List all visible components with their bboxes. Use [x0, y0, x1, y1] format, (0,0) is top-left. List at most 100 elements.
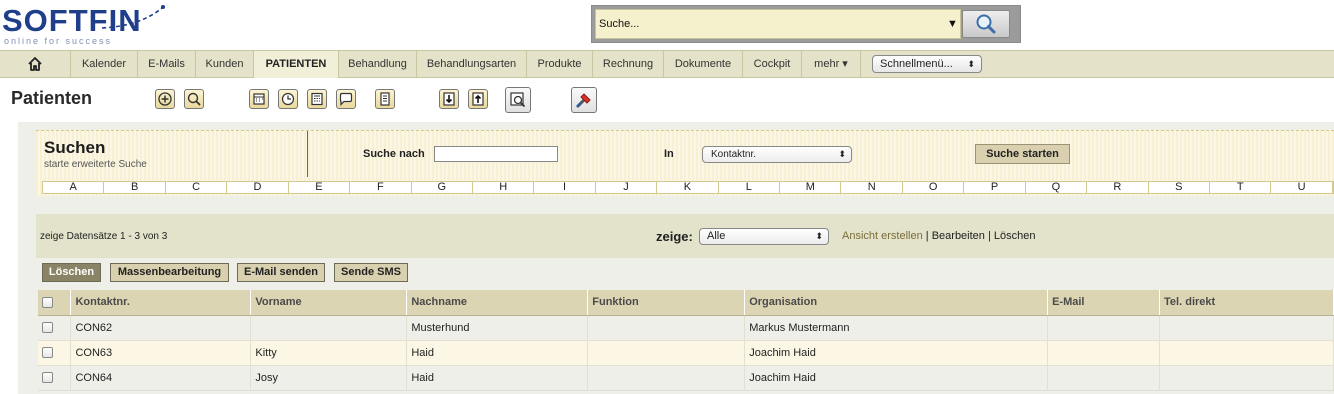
column-header[interactable]: Nachname [406, 290, 589, 316]
create-view-link[interactable]: Ansicht erstellen [842, 230, 923, 242]
tools-button[interactable] [571, 87, 597, 113]
letter-filter[interactable]: B [104, 182, 166, 193]
send-sms-button[interactable]: Sende SMS [334, 263, 408, 282]
table-row[interactable]: CON62 Musterhund Markus Mustermann [38, 315, 1334, 341]
bulk-edit-button[interactable]: Massenbearbeitung [110, 263, 229, 282]
letter-filter[interactable]: N [841, 182, 903, 193]
global-search-input[interactable]: Suche... [599, 18, 639, 30]
send-email-button[interactable]: E-Mail senden [237, 263, 325, 282]
cell-kontaktnr[interactable]: CON62 [70, 315, 252, 341]
letter-filter[interactable]: R [1087, 182, 1149, 193]
nav-kalender[interactable]: Kalender [71, 51, 138, 78]
search-for-input[interactable] [434, 146, 558, 162]
tools-icon [576, 93, 591, 108]
global-search-button[interactable] [962, 10, 1010, 38]
chevron-down-icon[interactable]: ▼ [947, 18, 958, 30]
calculator-button[interactable] [307, 89, 327, 109]
delete-button[interactable]: Löschen [42, 263, 101, 282]
edit-view-link[interactable]: Bearbeiten [932, 230, 985, 242]
record-count: zeige Datensätze 1 - 3 von 3 [40, 231, 168, 242]
nav-emails[interactable]: E-Mails [138, 51, 196, 78]
separator: | [987, 230, 991, 242]
add-button[interactable] [155, 89, 175, 109]
search-for-label: Suche nach [363, 148, 425, 160]
nav-cockpit[interactable]: Cockpit [743, 51, 802, 78]
cell-nachname[interactable]: Haid [406, 365, 589, 391]
clock-button[interactable] [278, 89, 298, 109]
letter-filter[interactable]: Q [1026, 182, 1088, 193]
select-all-checkbox[interactable] [42, 296, 53, 308]
nav-behandlung[interactable]: Behandlung [339, 51, 417, 78]
cell-organisation[interactable]: Joachim Haid [744, 365, 1049, 391]
search-in-select[interactable]: Kontaktnr. ⬍ [702, 146, 852, 163]
letter-filter[interactable]: M [780, 182, 842, 193]
letter-filter[interactable]: F [350, 182, 412, 193]
letter-filter[interactable]: G [412, 182, 473, 193]
comment-button[interactable] [336, 89, 356, 109]
document-button[interactable] [375, 89, 395, 109]
view-select[interactable]: Alle ⬍ [699, 228, 829, 245]
logo: SOFTFIN online for success [0, 0, 170, 48]
calculator-icon [311, 92, 323, 106]
nav-home[interactable] [0, 51, 71, 78]
search-button[interactable] [184, 89, 204, 109]
row-checkbox[interactable] [42, 372, 53, 384]
nav-dokumente[interactable]: Dokumente [664, 51, 743, 78]
cell-kontaktnr[interactable]: CON64 [70, 365, 252, 391]
search-in-value: Kontaktnr. [711, 149, 757, 160]
column-header[interactable]: Organisation [744, 290, 1049, 316]
letter-filter[interactable]: H [473, 182, 535, 193]
clock-icon [281, 92, 295, 106]
add-icon [158, 92, 172, 106]
nav-behandlungsarten[interactable]: Behandlungsarten [417, 51, 527, 78]
start-search-button[interactable]: Suche starten [975, 144, 1070, 164]
row-select-cell [38, 315, 72, 341]
letter-filter[interactable]: P [964, 182, 1026, 193]
nav-patienten[interactable]: PATIENTEN [254, 51, 339, 78]
cell-nachname[interactable]: Haid [406, 340, 589, 366]
row-checkbox[interactable] [42, 347, 53, 359]
letter-filter[interactable]: C [166, 182, 228, 193]
letter-filter[interactable]: O [903, 182, 965, 193]
table-row[interactable]: CON63 Kitty Haid Joachim Haid [38, 340, 1334, 366]
letter-filter[interactable]: A [43, 182, 105, 193]
cell-organisation[interactable]: Markus Mustermann [744, 315, 1049, 341]
column-header[interactable]: Tel. direkt [1159, 290, 1334, 316]
print-preview-button[interactable] [505, 87, 531, 113]
nav-kunden[interactable]: Kunden [196, 51, 254, 78]
global-search-field[interactable]: Suche... ▼ [595, 9, 961, 39]
letter-filter[interactable]: E [289, 182, 351, 193]
nav-mehr[interactable]: mehr ▾ [802, 51, 861, 78]
letter-filter[interactable]: K [657, 182, 719, 193]
export-button[interactable] [468, 89, 488, 109]
schnellmenu-select[interactable]: Schnellmenü... ⬍ [872, 55, 982, 73]
column-header[interactable]: Kontaktnr. [70, 290, 252, 316]
letter-filter[interactable]: D [227, 182, 289, 193]
table-row[interactable]: CON64 Josy Haid Joachim Haid [38, 365, 1334, 391]
view-links: Ansicht erstellen | Bearbeiten | Löschen [842, 230, 1036, 242]
letter-filter[interactable]: L [719, 182, 781, 193]
cell-organisation[interactable]: Joachim Haid [744, 340, 1049, 366]
select-arrows-icon: ⬍ [815, 231, 823, 241]
letter-filter[interactable]: U [1271, 182, 1333, 193]
import-button[interactable] [439, 89, 459, 109]
letter-filter[interactable]: I [534, 182, 596, 193]
letter-filter[interactable]: T [1210, 182, 1272, 193]
cell-tel [1159, 340, 1334, 366]
cell-kontaktnr[interactable]: CON63 [70, 340, 252, 366]
letter-filter[interactable]: S [1149, 182, 1211, 193]
search-panel-subtitle[interactable]: starte erweiterte Suche [44, 159, 147, 170]
nav-produkte[interactable]: Produkte [527, 51, 593, 78]
calendar-button[interactable] [249, 89, 269, 109]
column-header[interactable]: E-Mail [1047, 290, 1161, 316]
letter-filter[interactable]: J [596, 182, 658, 193]
select-all-cell [38, 290, 72, 316]
separator: | [925, 230, 929, 242]
nav-rechnung[interactable]: Rechnung [593, 51, 664, 78]
main-nav: Kalender E-Mails Kunden PATIENTEN Behand… [0, 50, 1334, 78]
row-checkbox[interactable] [42, 322, 53, 334]
column-header[interactable]: Vorname [250, 290, 408, 316]
cell-nachname[interactable]: Musterhund [406, 315, 589, 341]
column-header[interactable]: Funktion [587, 290, 746, 316]
delete-view-link[interactable]: Löschen [994, 230, 1036, 242]
